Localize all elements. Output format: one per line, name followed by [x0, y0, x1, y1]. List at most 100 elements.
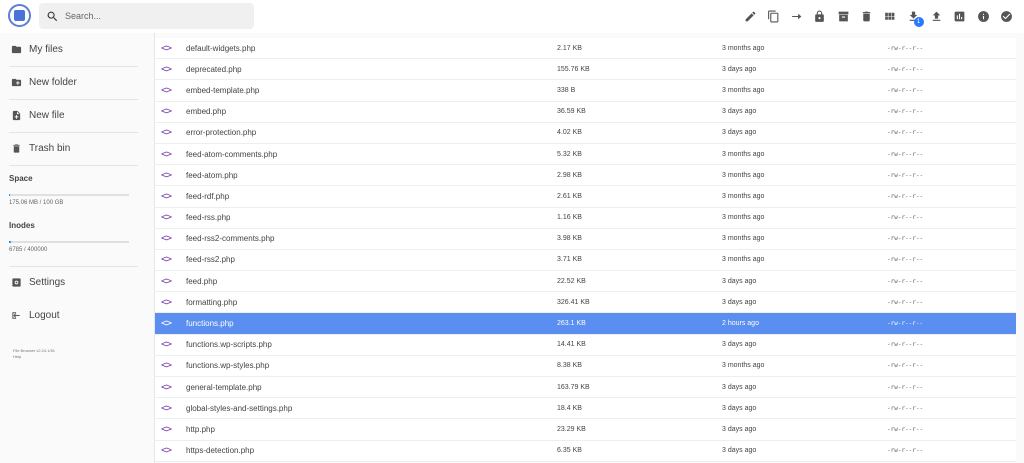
file-size: 338 B [557, 86, 576, 94]
code-file-icon: <> [161, 127, 172, 139]
code-file-icon: <> [161, 84, 172, 96]
file-modified: 3 days ago [722, 404, 757, 412]
archive-button[interactable] [832, 6, 855, 26]
file-name: formatting.php [186, 297, 238, 307]
upload-button[interactable] [925, 6, 948, 26]
code-file-icon: <> [161, 233, 172, 245]
select-all-button[interactable] [995, 6, 1018, 26]
inodes-title: Inodes [9, 221, 35, 230]
inodes-progress [9, 241, 129, 243]
file-row[interactable]: <> general-template.php 163.79 KB 3 days ag… [155, 377, 1016, 399]
file-size: 4.02 KB [557, 129, 582, 137]
file-row[interactable]: <> embed.php 36.59 KB 3 days ago -rw-r--r-- [155, 101, 1016, 123]
sidebar-item-settings[interactable]: Settings [0, 266, 140, 299]
file-name: feed-rdf.php [186, 191, 230, 201]
file-row[interactable]: <> feed-atom.php 2.98 KB 3 months ago -rw-r-… [155, 165, 1016, 187]
search-box[interactable] [39, 3, 254, 29]
file-modified: 3 months ago [722, 192, 765, 200]
file-row[interactable]: <> default-widgets.php 2.17 KB 3 months ago… [155, 38, 1016, 60]
file-modified: 3 days ago [722, 447, 757, 455]
file-permissions: -rw-r--r-- [887, 150, 924, 158]
code-file-icon: <> [161, 148, 172, 160]
file-size: 5.32 KB [557, 150, 582, 158]
search-icon [47, 11, 58, 21]
sidebar-item-new-folder[interactable]: New folder [0, 66, 140, 99]
divider [9, 66, 138, 67]
help-link[interactable]: Help [13, 354, 55, 360]
sidebar-item-logout[interactable]: Logout [0, 299, 140, 332]
file-row[interactable]: <> embed-template.php 338 B 3 months ago -rw… [155, 80, 1016, 102]
file-modified: 3 months ago [722, 235, 765, 243]
copy-icon [767, 10, 779, 22]
file-permissions: -rw-r--r-- [887, 256, 924, 264]
file-size: 8.38 KB [557, 362, 582, 370]
file-modified: 3 days ago [722, 298, 757, 306]
search-input[interactable] [65, 11, 245, 21]
file-permissions: -rw-r--r-- [887, 341, 924, 349]
file-modified: 3 days ago [722, 425, 757, 433]
file-name: embed.php [186, 107, 227, 117]
move-button[interactable] [785, 6, 808, 26]
file-row[interactable]: <> deprecated.php 155.76 KB 3 days ago -rw-r… [155, 59, 1016, 81]
code-file-icon: <> [161, 445, 172, 457]
code-file-icon: <> [161, 63, 172, 75]
file-permissions: -rw-r--r-- [887, 362, 924, 370]
app-logo[interactable] [8, 4, 31, 27]
file-row[interactable]: <> feed-rss2-comments.php 3.98 KB 3 months … [155, 228, 1016, 250]
file-modified: 3 days ago [722, 65, 757, 73]
sidebar-item-my-files[interactable]: My files [0, 33, 140, 66]
sidebar-item-new-file[interactable]: New file [0, 99, 140, 132]
file-row[interactable]: <> formatting.php 326.41 KB 3 days ago -rw-r… [155, 292, 1016, 314]
file-size: 2.17 KB [557, 44, 582, 52]
toolbar-actions: 1 [738, 6, 1018, 27]
code-file-icon: <> [161, 42, 172, 54]
file-permissions: -rw-r--r-- [887, 108, 924, 116]
file-modified: 3 months ago [722, 86, 765, 94]
switch-view-button[interactable] [878, 6, 901, 26]
file-list: <> default-widgets.php 2.17 KB 3 months ago… [155, 38, 1016, 462]
file-modified: 3 months ago [722, 214, 765, 222]
scrollbar[interactable] [1016, 33, 1024, 463]
edit-button[interactable] [738, 6, 761, 26]
download-button[interactable]: 1 [902, 6, 925, 27]
file-row[interactable]: <> feed.php 22.52 KB 3 days ago -rw-r--r-- [155, 271, 1016, 293]
copy-button[interactable] [762, 6, 785, 26]
file-row[interactable]: <> functions.wp-styles.php 8.38 KB 3 months… [155, 355, 1016, 377]
file-row[interactable]: <> feed-atom-comments.php 5.32 KB 3 months … [155, 143, 1016, 166]
sidebar-item-label: New file [29, 110, 65, 121]
chart-button[interactable] [948, 6, 971, 26]
file-row[interactable]: <> functions.php 263.1 KB 2 hours ago -rw-r-… [155, 313, 1016, 335]
info-button[interactable] [971, 6, 994, 26]
file-row[interactable]: <> feed-rdf.php 2.61 KB 3 months ago -rw-r--… [155, 186, 1016, 208]
file-name: global-styles-and-settings.php [186, 403, 293, 413]
permissions-button[interactable] [808, 6, 831, 26]
file-permissions: -rw-r--r-- [887, 383, 924, 391]
archive-icon [838, 11, 849, 21]
edit-icon [745, 11, 755, 21]
file-row[interactable]: <> feed-rss.php 1.16 KB 3 months ago -rw-r--… [155, 207, 1016, 229]
code-file-icon: <> [161, 318, 172, 330]
file-row[interactable]: <> error-protection.php 4.02 KB 3 days ago -… [155, 122, 1016, 144]
file-modified: 3 months ago [722, 362, 765, 370]
file-row[interactable]: <> functions.wp-scripts.php 14.41 KB 3 days… [155, 334, 1016, 356]
file-size: 3.98 KB [557, 235, 582, 243]
file-name: functions.wp-scripts.php [186, 340, 272, 350]
file-row[interactable]: <> feed-rss2.php 3.71 KB 3 months ago -rw-r-… [155, 249, 1016, 272]
delete-icon [862, 11, 871, 21]
file-modified: 3 days ago [722, 129, 757, 137]
file-size: 22.52 KB [557, 277, 586, 285]
trash-icon [13, 144, 20, 153]
sidebar-item-label: Trash bin [29, 143, 71, 154]
divider [9, 99, 138, 100]
file-permissions: -rw-r--r-- [887, 129, 924, 137]
logout-icon [12, 312, 20, 319]
file-size: 23.29 KB [557, 425, 586, 433]
file-permissions: -rw-r--r-- [887, 86, 924, 94]
sidebar-item-trash-bin[interactable]: Trash bin [0, 132, 140, 165]
file-permissions: -rw-r--r-- [887, 425, 924, 433]
code-file-icon: <> [161, 106, 172, 118]
delete-button[interactable] [855, 6, 878, 26]
file-row[interactable]: <> https-detection.php 6.35 KB 3 days ago -r… [155, 440, 1016, 462]
file-row[interactable]: <> global-styles-and-settings.php 18.4 KB 3… [155, 398, 1016, 420]
file-row[interactable]: <> http.php 23.29 KB 3 days ago -rw-r--r-- [155, 419, 1016, 441]
